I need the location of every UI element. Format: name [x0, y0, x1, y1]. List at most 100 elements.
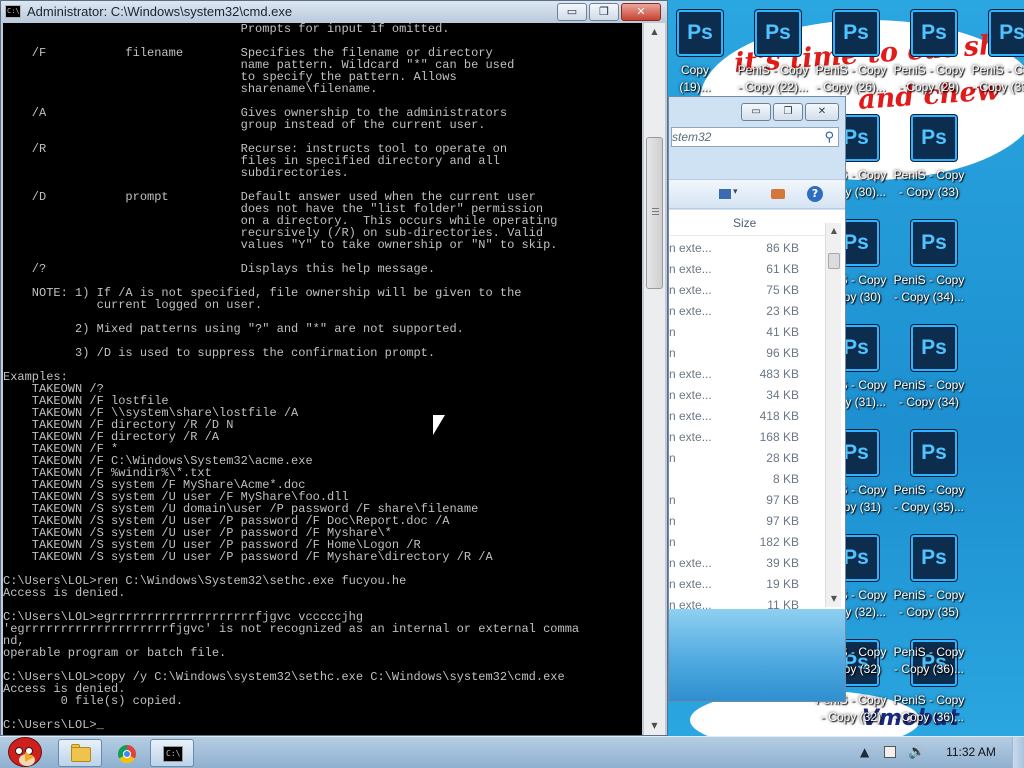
file-row[interactable]: n 41 KB [669, 322, 827, 343]
chevron-down-icon[interactable]: ▾ [733, 187, 738, 197]
file-row[interactable]: n 96 KB [669, 343, 827, 364]
preview-pane-icon[interactable] [771, 189, 785, 199]
scroll-up-arrow-icon[interactable]: ▲ [644, 23, 665, 41]
minimize-button[interactable]: ▭ [557, 3, 587, 21]
angry-bird-icon [8, 737, 42, 767]
desktop-icon[interactable]: Ps PeniS - Copy - Copy (29) [890, 10, 968, 114]
desktop-icon[interactable]: PeniS - Copy - Copy (36)... [890, 642, 968, 682]
photoshop-icon: Ps [755, 10, 801, 56]
taskbar-explorer-button[interactable] [58, 739, 102, 767]
photoshop-icon: Ps [911, 220, 957, 266]
file-row[interactable]: n 182 KB [669, 532, 827, 553]
cmd-scroll-thumb[interactable] [646, 137, 663, 289]
scroll-down-arrow-icon[interactable]: ▼ [644, 717, 665, 735]
photoshop-icon-glyph: Ps [921, 21, 947, 44]
action-center-flag-icon[interactable] [884, 746, 896, 758]
desktop-icon-label: PeniS - Copy - Copy (22)... [737, 63, 809, 94]
cmd-window-controls: ▭ ❐ ✕ [557, 3, 661, 21]
explorer-address-bar[interactable]: stem32 ⚲ [671, 127, 839, 147]
photoshop-icon: Ps [833, 10, 879, 56]
desktop-icon-label: PeniS - Copy - Copy (26)... [815, 63, 887, 94]
file-row[interactable]: n 28 KB [669, 448, 827, 469]
console-output-area[interactable]: Prompts for input if omitted. /F filenam… [3, 23, 642, 735]
console-text: Prompts for input if omitted. /F filenam… [3, 23, 580, 731]
scroll-up-arrow-icon[interactable]: ▲ [826, 223, 842, 239]
photoshop-icon: Ps [677, 10, 723, 56]
help-icon[interactable]: ? [807, 186, 823, 202]
cmd-window[interactable]: C:\ Administrator: C:\Windows\system32\c… [0, 0, 668, 736]
scroll-grip-line [652, 211, 659, 212]
file-size-cell: 61 KB [766, 262, 799, 276]
bird-eye [15, 747, 23, 755]
photoshop-icon-glyph: Ps [687, 21, 713, 44]
file-type-cell: n exte... [669, 430, 712, 444]
explorer-column-header: Size [669, 210, 827, 236]
cmd-app-icon[interactable]: C:\ [5, 5, 21, 18]
file-size-cell: 418 KB [759, 409, 799, 423]
file-row[interactable]: n exte... 168 KB [669, 427, 827, 448]
file-row[interactable]: n exte... 19 KB [669, 574, 827, 595]
file-size-cell: 75 KB [766, 283, 799, 297]
explorer-maximize-button[interactable]: ❐ [773, 103, 803, 121]
desktop-icon-label: PeniS - Copy - Copy (33)... [971, 63, 1024, 94]
clock[interactable]: 11:32 AM [932, 745, 1010, 759]
close-button[interactable]: ✕ [621, 3, 661, 21]
file-size-cell: 96 KB [766, 346, 799, 360]
file-row[interactable]: 8 KB [669, 469, 827, 490]
explorer-scrollbar[interactable]: ▲ ▼ [825, 223, 841, 607]
explorer-scroll-thumb[interactable] [828, 253, 840, 269]
desktop-icon[interactable]: Ps PeniS - Copy - Copy (34)... [890, 220, 968, 324]
volume-icon[interactable]: 🔊 [908, 744, 925, 760]
show-hidden-icons-icon[interactable]: ▲ [860, 745, 869, 759]
column-header-size[interactable]: Size [733, 216, 756, 230]
file-row[interactable]: n exte... 86 KB [669, 238, 827, 259]
show-desktop-button[interactable] [1012, 737, 1024, 768]
explorer-minimize-button[interactable]: ▭ [741, 103, 771, 121]
photoshop-icon-glyph: Ps [921, 126, 947, 149]
desktop-icon-label: PeniS - Copy - Copy (34)... [893, 273, 965, 304]
chrome-icon [118, 745, 136, 763]
taskbar-cmd-button[interactable]: C:\ [150, 739, 194, 767]
file-row[interactable]: n exte... 483 KB [669, 364, 827, 385]
file-size-cell: 41 KB [766, 325, 799, 339]
file-row[interactable]: n exte... 418 KB [669, 406, 827, 427]
view-options-icon[interactable] [719, 189, 731, 199]
scroll-down-arrow-icon[interactable]: ▼ [826, 591, 842, 607]
file-size-cell: 28 KB [766, 451, 799, 465]
file-row[interactable]: n exte... 34 KB [669, 385, 827, 406]
system-tray: ▲ 🔊 11:32 AM [852, 737, 1024, 768]
desktop-icon[interactable]: Ps PeniS - Copy - Copy (33) [890, 115, 968, 219]
maximize-button[interactable]: ❐ [589, 3, 619, 21]
file-type-cell: n exte... [669, 409, 712, 423]
photoshop-icon: Ps [989, 10, 1024, 56]
desktop-icon-label: PeniS - Copy - Copy (33) [893, 168, 965, 199]
file-row[interactable]: n exte... 61 KB [669, 259, 827, 280]
desktop-icon[interactable]: Ps PeniS - Copy - Copy (34) [890, 325, 968, 429]
explorer-close-button[interactable]: ✕ [805, 103, 839, 121]
file-row[interactable]: n 97 KB [669, 490, 827, 511]
photoshop-icon-glyph: Ps [921, 336, 947, 359]
desktop-icon[interactable]: Ps PeniS - Copy - Copy (35) [890, 535, 968, 639]
file-size-cell: 39 KB [766, 556, 799, 570]
start-button[interactable] [2, 731, 48, 768]
file-row[interactable]: n 97 KB [669, 511, 827, 532]
file-size-cell: 19 KB [766, 577, 799, 591]
file-row[interactable]: n exte... 75 KB [669, 280, 827, 301]
taskbar-chrome-button[interactable] [104, 739, 148, 767]
taskbar: C:\ ▲ 🔊 11:32 AM [0, 736, 1024, 768]
desktop-icon-label: PeniS - Copy - Copy (35) [893, 588, 965, 619]
file-type-cell: n exte... [669, 241, 712, 255]
cmd-scrollbar[interactable]: ▲ ▼ [644, 23, 665, 735]
desktop-icon-label: PeniS - Copy - Copy (36)... [893, 693, 965, 724]
search-icon[interactable]: ⚲ [824, 130, 834, 145]
file-type-cell: n [669, 535, 676, 549]
cmd-title-bar[interactable]: C:\ Administrator: C:\Windows\system32\c… [1, 1, 667, 23]
desktop-icon[interactable]: Ps PeniS - Copy - Copy (35)... [890, 430, 968, 534]
explorer-window[interactable]: ▭ ❐ ✕ stem32 ⚲ ▾ ? Size n exte... 86 KB n … [668, 96, 846, 702]
desktop-icon[interactable]: Ps PeniS - Copy - Copy (33)... [968, 10, 1024, 114]
file-type-cell: n [669, 451, 676, 465]
file-type-cell: n exte... [669, 367, 712, 381]
file-row[interactable]: n exte... 39 KB [669, 553, 827, 574]
desktop-icon-label: PeniS - Copy - Copy (29) [893, 63, 965, 94]
file-row[interactable]: n exte... 23 KB [669, 301, 827, 322]
